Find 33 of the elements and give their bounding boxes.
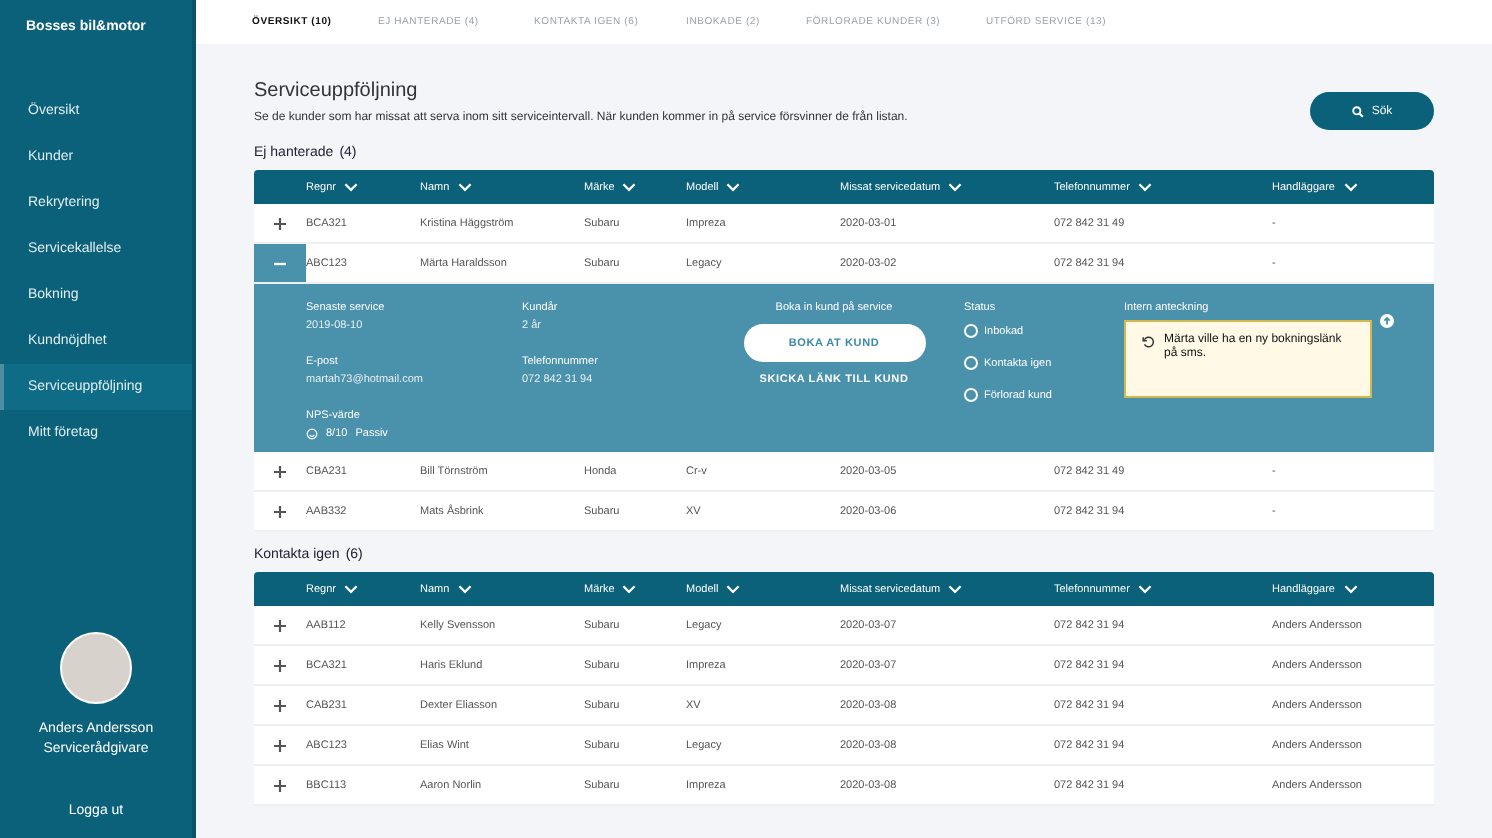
chevron-down-icon: [948, 584, 963, 594]
plus-icon: [274, 779, 286, 791]
chevron-down-icon: [1137, 182, 1152, 192]
chevron-down-icon: [1343, 584, 1357, 594]
chevron-down-icon: [622, 182, 637, 192]
plus-icon: [274, 619, 286, 631]
chevron-down-icon: [726, 584, 741, 594]
chevron-down-icon: [1343, 182, 1357, 192]
minus-icon: [274, 257, 286, 269]
plus-icon: [274, 505, 286, 517]
undo-icon: [1142, 336, 1154, 348]
plus-icon: [274, 465, 286, 477]
upload-icon[interactable]: [1380, 314, 1394, 328]
chevron-down-icon: [457, 182, 472, 192]
avatar-placeholder: [60, 632, 132, 704]
chevron-down-icon: [622, 584, 637, 594]
radio-button[interactable]: [964, 324, 978, 338]
smiley-icon: [306, 428, 318, 440]
chevron-down-icon: [726, 182, 741, 192]
plus-icon: [274, 217, 286, 229]
page-title: Serviceuppföljning: [254, 80, 420, 102]
search-icon: [1351, 105, 1364, 117]
chevron-down-icon: [343, 182, 358, 192]
chevron-down-icon: [343, 584, 358, 594]
collapse-toggle[interactable]: [254, 244, 306, 282]
plus-icon: [274, 699, 286, 711]
radio-button[interactable]: [964, 388, 978, 402]
radio-button[interactable]: [964, 356, 978, 370]
chevron-down-icon: [948, 182, 963, 192]
chevron-down-icon: [1137, 584, 1152, 594]
plus-icon: [274, 659, 286, 671]
chevron-down-icon: [457, 584, 472, 594]
plus-icon: [274, 739, 286, 751]
